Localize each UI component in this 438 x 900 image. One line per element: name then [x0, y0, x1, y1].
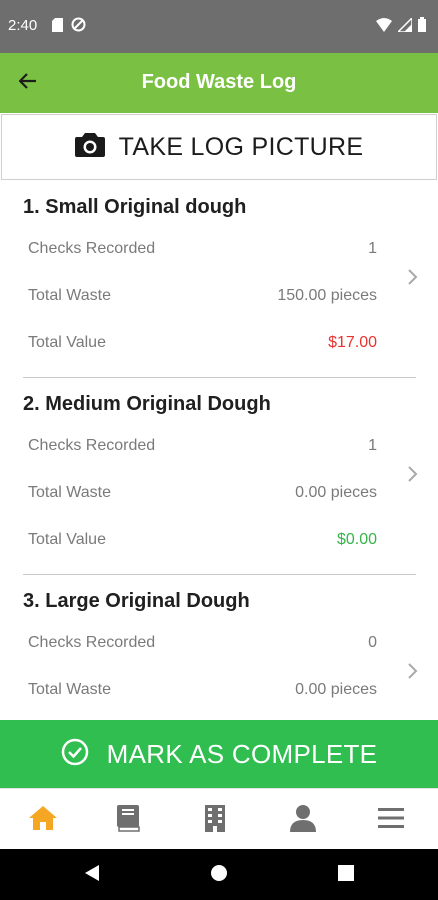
- back-triangle-icon: [84, 864, 100, 887]
- page-title: Food Waste Log: [141, 71, 297, 93]
- nav-home[interactable]: [28, 805, 58, 835]
- home-icon: [28, 805, 58, 836]
- camera-icon: [74, 132, 105, 162]
- data-saver-icon: [71, 17, 86, 37]
- row-value: $0.00: [336, 531, 377, 548]
- system-recents-button[interactable]: [336, 864, 356, 886]
- row-label: Total Value: [28, 334, 106, 351]
- total-waste-row: Total Waste 0.00 pieces: [28, 681, 377, 699]
- row-value: 1: [368, 437, 377, 454]
- checks-recorded-row: Checks Recorded 1: [28, 240, 377, 258]
- take-log-picture-button[interactable]: TAKE LOG PICTURE: [1, 114, 437, 180]
- nav-book[interactable]: [113, 804, 143, 837]
- check-circle-icon: [61, 738, 89, 771]
- total-waste-row: Total Waste 0.00 pieces: [28, 484, 377, 502]
- list-item[interactable]: 2. Medium Original Dough Checks Recorded…: [0, 378, 438, 575]
- nav-menu[interactable]: [376, 805, 406, 835]
- row-value: 0.00 pieces: [295, 681, 377, 698]
- book-icon: [116, 804, 140, 837]
- row-label: Total Waste: [28, 287, 111, 304]
- building-icon: [204, 804, 226, 837]
- list-item[interactable]: 1. Small Original dough Checks Recorded …: [0, 181, 438, 378]
- checks-recorded-row: Checks Recorded 0: [28, 634, 377, 652]
- row-value: 0.00 pieces: [295, 484, 377, 501]
- signal-icon: [396, 15, 413, 37]
- row-label: Checks Recorded: [28, 240, 156, 257]
- system-nav-bar: [0, 849, 438, 900]
- nav-building[interactable]: [200, 804, 230, 837]
- person-icon: [290, 804, 316, 837]
- total-value-row: Total Value $17.00: [28, 334, 377, 352]
- row-label: Total Waste: [28, 484, 111, 501]
- system-home-button[interactable]: [209, 864, 229, 887]
- chevron-right-icon: [406, 661, 420, 681]
- wifi-icon: [376, 17, 392, 37]
- row-label: Checks Recorded: [28, 634, 156, 651]
- status-bar: 2:40: [0, 0, 438, 53]
- item-title: 2. Medium Original Dough: [23, 393, 271, 415]
- total-value-row: Total Value $0.00: [28, 531, 377, 549]
- battery-icon: [418, 17, 426, 37]
- row-label: Total Waste: [28, 681, 111, 698]
- bottom-nav: [0, 788, 438, 849]
- home-circle-icon: [210, 864, 228, 887]
- log-list: 1. Small Original dough Checks Recorded …: [0, 181, 438, 720]
- nav-profile[interactable]: [288, 804, 318, 837]
- row-label: Total Value: [28, 531, 106, 548]
- mark-as-complete-label: MARK AS COMPLETE: [106, 738, 378, 769]
- mark-as-complete-button[interactable]: MARK AS COMPLETE: [0, 720, 438, 788]
- menu-icon: [378, 807, 404, 834]
- app-bar: Food Waste Log: [0, 53, 438, 113]
- chevron-right-icon: [406, 267, 420, 287]
- row-value: 150.00 pieces: [277, 287, 377, 304]
- status-time: 2:40: [8, 17, 38, 34]
- row-value: 0: [368, 634, 377, 651]
- chevron-right-icon: [406, 464, 420, 484]
- recents-square-icon: [338, 864, 354, 886]
- system-back-button[interactable]: [82, 864, 102, 887]
- row-label: Checks Recorded: [28, 437, 156, 454]
- item-title: 3. Large Original Dough: [23, 590, 250, 612]
- list-item[interactable]: 3. Large Original Dough Checks Recorded …: [0, 575, 438, 720]
- item-title: 1. Small Original dough: [23, 196, 247, 218]
- row-value: $17.00: [328, 334, 377, 351]
- row-value: 1: [368, 240, 377, 257]
- sd-card-icon: [52, 17, 63, 37]
- take-log-picture-label: TAKE LOG PICTURE: [118, 132, 364, 161]
- total-waste-row: Total Waste 150.00 pieces: [28, 287, 377, 305]
- checks-recorded-row: Checks Recorded 1: [28, 437, 377, 455]
